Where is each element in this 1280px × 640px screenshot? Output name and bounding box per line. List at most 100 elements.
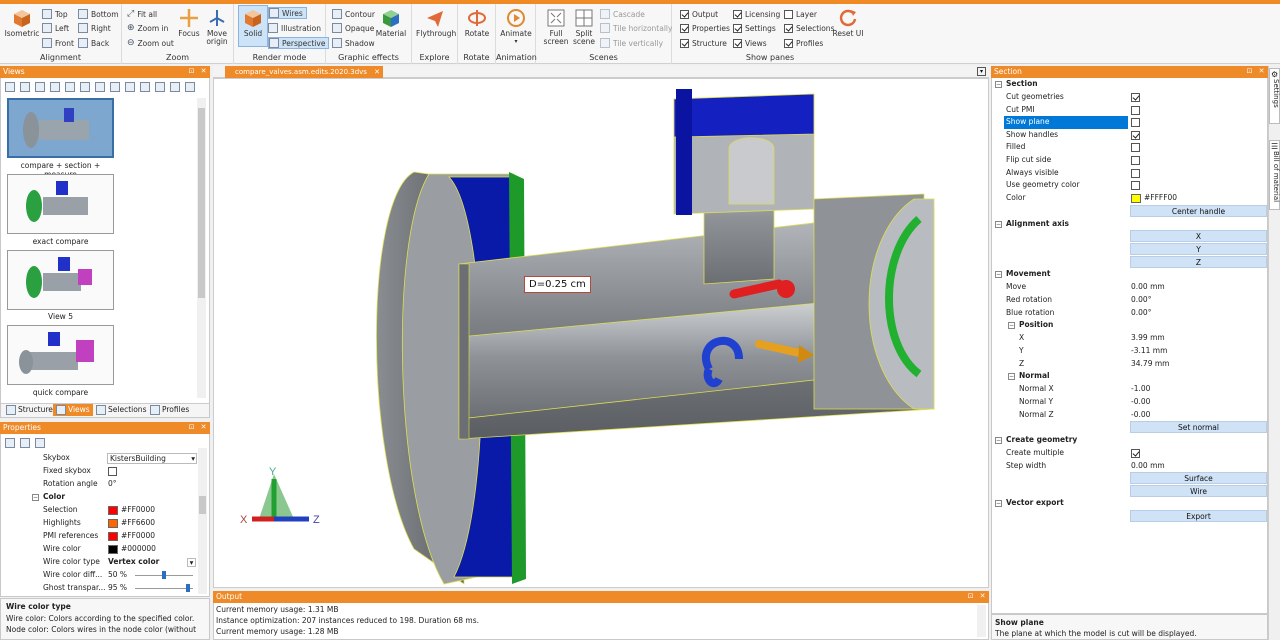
view-add-icon[interactable]: [20, 82, 30, 92]
collapse-icon[interactable]: −: [995, 437, 1002, 444]
right-view-button[interactable]: Right: [78, 22, 111, 34]
section-option-checkbox[interactable]: [1131, 168, 1140, 178]
split-scene-button[interactable]: Split scene: [567, 6, 601, 46]
categorized-icon[interactable]: [5, 438, 15, 448]
view-thumbnail-3[interactable]: [7, 250, 114, 310]
skybox-select[interactable]: KistersBuilding ▾: [107, 453, 197, 464]
licensing-pane-checkbox[interactable]: Licensing: [733, 8, 780, 20]
opaque-toggle[interactable]: Opaque: [332, 22, 374, 34]
rotate-button[interactable]: Rotate: [460, 6, 494, 38]
views-scrollbar[interactable]: [197, 98, 206, 398]
move-origin-button[interactable]: Move origin: [200, 6, 234, 46]
close-icon[interactable]: ✕: [374, 66, 380, 78]
wires-toggle[interactable]: Wires: [268, 7, 307, 19]
close-icon[interactable]: ✕: [199, 67, 208, 76]
section-option-checkbox[interactable]: [1131, 156, 1140, 165]
material-button[interactable]: Material: [374, 6, 408, 38]
left-view-button[interactable]: Left: [42, 22, 69, 34]
settings-pane-checkbox[interactable]: Settings: [733, 22, 776, 34]
solid-button[interactable]: Solid: [238, 5, 268, 47]
measurement-label[interactable]: D=0.25 cm: [524, 276, 591, 293]
close-icon[interactable]: ✕: [1257, 67, 1266, 76]
slider-thumb[interactable]: [162, 571, 166, 579]
surface-button[interactable]: Surface: [1130, 472, 1267, 484]
collapse-icon[interactable]: −: [32, 494, 39, 501]
align-y-button[interactable]: Y: [1130, 243, 1267, 255]
tab-structure[interactable]: Structure: [3, 404, 56, 416]
front-view-button[interactable]: Front: [42, 37, 74, 49]
bottom-view-button[interactable]: Bottom: [78, 8, 119, 20]
collapse-icon[interactable]: −: [1008, 322, 1015, 329]
export-button[interactable]: Export: [1130, 510, 1267, 522]
section-option-checkbox[interactable]: [1131, 143, 1140, 153]
tab-views[interactable]: Views: [53, 404, 93, 416]
reset-ui-button[interactable]: Reset UI: [832, 6, 864, 38]
close-icon[interactable]: ✕: [199, 423, 208, 432]
view-import-icon[interactable]: [170, 82, 180, 92]
view-last-icon[interactable]: [140, 82, 150, 92]
wire-button[interactable]: Wire: [1130, 485, 1267, 497]
tile-vertically-button[interactable]: Tile vertically: [600, 37, 663, 49]
flythrough-button[interactable]: Flythrough: [416, 6, 456, 38]
collapse-icon[interactable]: −: [995, 271, 1002, 278]
section-option-checkbox[interactable]: [1131, 118, 1140, 128]
side-tab-bill-of-material[interactable]: ☰ Bill of material: [1269, 140, 1280, 210]
fixed-skybox-checkbox[interactable]: [108, 467, 117, 476]
isometric-button[interactable]: Isometric: [4, 6, 40, 38]
profiles-pane-checkbox[interactable]: Profiles: [784, 37, 823, 49]
center-handle-button[interactable]: Center handle: [1130, 205, 1267, 217]
top-view-button[interactable]: Top: [42, 8, 68, 20]
view-home-icon[interactable]: [5, 82, 15, 92]
shadow-toggle[interactable]: Shadow: [332, 37, 375, 49]
animate-button[interactable]: Animate ▾: [499, 6, 533, 46]
properties-scrollbar[interactable]: [198, 448, 207, 594]
close-icon[interactable]: ✕: [978, 592, 987, 601]
output-pane-checkbox[interactable]: Output: [680, 8, 718, 20]
slider-thumb[interactable]: [186, 584, 190, 592]
tab-profiles[interactable]: Profiles: [147, 404, 192, 416]
output-scrollbar[interactable]: [977, 605, 986, 637]
view-next-icon[interactable]: [125, 82, 135, 92]
selections-pane-checkbox[interactable]: Selections: [784, 22, 834, 34]
section-option-checkbox[interactable]: [1131, 105, 1140, 115]
collapse-icon[interactable]: −: [995, 221, 1002, 228]
contour-toggle[interactable]: Contour: [332, 8, 375, 20]
pin-icon[interactable]: ⊡: [966, 592, 975, 601]
view-first-icon[interactable]: [95, 82, 105, 92]
zoom-in-button[interactable]: ⊕ Zoom in: [127, 22, 168, 34]
properties-pane-checkbox[interactable]: Properties: [680, 22, 730, 34]
tab-selections[interactable]: Selections: [93, 404, 149, 416]
view-stop-icon[interactable]: [80, 82, 90, 92]
alphabetical-icon[interactable]: [20, 438, 30, 448]
tile-horizontally-button[interactable]: Tile horizontally: [600, 22, 672, 34]
view-update-icon[interactable]: [35, 82, 45, 92]
section-option-checkbox[interactable]: [1131, 130, 1140, 140]
pin-icon[interactable]: ⊡: [187, 67, 196, 76]
zoom-out-button[interactable]: ⊖ Zoom out: [127, 37, 174, 49]
align-z-button[interactable]: Z: [1130, 256, 1267, 268]
views-pane-checkbox[interactable]: Views: [733, 37, 767, 49]
layer-pane-checkbox[interactable]: Layer: [784, 8, 817, 20]
collapse-icon[interactable]: −: [995, 81, 1002, 88]
view-thumbnail-4[interactable]: [7, 325, 114, 385]
view-export-icon[interactable]: [155, 82, 165, 92]
back-view-button[interactable]: Back: [78, 37, 109, 49]
set-normal-button[interactable]: Set normal: [1130, 421, 1267, 433]
collapse-icon[interactable]: −: [1008, 373, 1015, 380]
section-option-checkbox[interactable]: [1131, 93, 1140, 102]
create-multiple-checkbox[interactable]: [1131, 449, 1140, 458]
ghost-slider[interactable]: [135, 588, 193, 589]
cascade-button[interactable]: Cascade: [600, 8, 645, 20]
property-pages-icon[interactable]: [35, 438, 45, 448]
illustration-toggle[interactable]: Illustration: [268, 22, 321, 34]
structure-pane-checkbox[interactable]: Structure: [680, 37, 727, 49]
perspective-toggle[interactable]: Perspective: [268, 37, 330, 49]
side-tab-settings[interactable]: ⚙ Settings: [1269, 68, 1280, 124]
3d-viewport[interactable]: Y X Z D=0.25 cm: [213, 78, 989, 588]
view-settings-icon[interactable]: [185, 82, 195, 92]
view-prev-icon[interactable]: [110, 82, 120, 92]
fit-all-button[interactable]: ⤢ Fit all: [127, 8, 157, 20]
tab-list-dropdown[interactable]: ▾: [977, 67, 986, 76]
view-thumbnail-2[interactable]: [7, 174, 114, 234]
view-thumbnail-1[interactable]: [7, 98, 114, 158]
